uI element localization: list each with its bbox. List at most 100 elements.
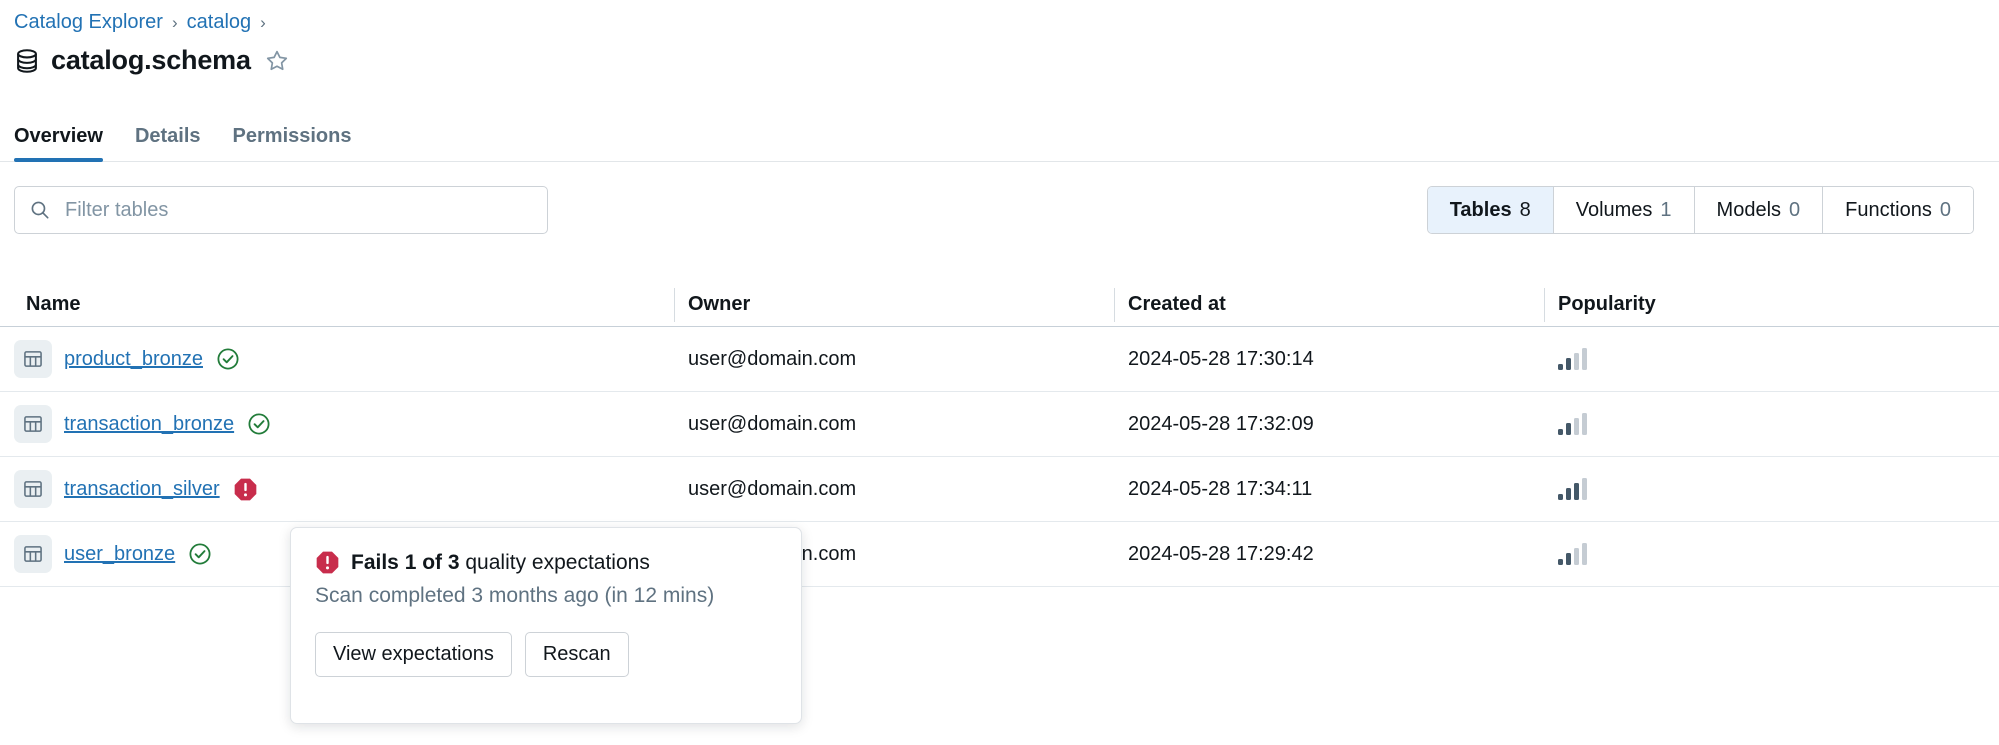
segment-volumes[interactable]: Volumes 1	[1554, 187, 1695, 233]
cell-owner: user@domain.com	[674, 327, 1114, 392]
tab-details[interactable]: Details	[119, 125, 217, 161]
column-header-popularity-label: Popularity	[1558, 293, 1656, 316]
segment-volumes-count: 1	[1660, 199, 1671, 222]
popularity-bar	[1582, 478, 1587, 500]
check-circle-icon[interactable]	[247, 412, 271, 436]
popover-actions: View expectations Rescan	[315, 632, 777, 677]
segment-tables-label: Tables	[1450, 199, 1512, 222]
column-header-popularity[interactable]: Popularity	[1544, 283, 1969, 327]
search-input[interactable]	[63, 198, 533, 223]
breadcrumb-separator-icon: ›	[172, 13, 178, 33]
check-circle-icon[interactable]	[216, 347, 240, 371]
segment-functions[interactable]: Functions 0	[1823, 187, 1973, 233]
rescan-button[interactable]: Rescan	[525, 632, 629, 677]
segment-models-label: Models	[1717, 199, 1781, 222]
table-icon	[14, 405, 52, 443]
page-title: catalog.schema	[51, 45, 251, 76]
cell-created-at: 2024-05-28 17:34:11	[1114, 457, 1544, 522]
segment-models[interactable]: Models 0	[1695, 187, 1824, 233]
table-header-row: Name Owner Created at Popularity	[0, 283, 1999, 327]
column-divider	[674, 288, 675, 322]
table-name-link[interactable]: transaction_silver	[64, 478, 220, 501]
popularity-bar	[1582, 413, 1587, 435]
popularity-bar	[1566, 553, 1571, 565]
database-icon	[14, 48, 40, 74]
popularity-bar	[1582, 543, 1587, 565]
popularity-bar	[1558, 494, 1563, 500]
search-icon	[29, 199, 51, 221]
cell-popularity	[1544, 392, 1969, 457]
popularity-bar	[1574, 483, 1579, 500]
column-header-created-at[interactable]: Created at	[1114, 283, 1544, 327]
cell-created-at: 2024-05-28 17:30:14	[1114, 327, 1544, 392]
segment-volumes-label: Volumes	[1576, 199, 1653, 222]
segment-tables-count: 8	[1520, 199, 1531, 222]
popularity-bar	[1566, 423, 1571, 435]
cell-owner: user@domain.com	[674, 392, 1114, 457]
popularity-bar	[1558, 559, 1563, 565]
breadcrumb-item-catalog[interactable]: catalog	[187, 11, 252, 34]
tab-overview[interactable]: Overview	[14, 125, 119, 161]
popularity-bar	[1574, 548, 1579, 565]
segment-models-count: 0	[1789, 199, 1800, 222]
popularity-bars	[1558, 348, 1587, 370]
data-quality-popover: Fails 1 of 3 quality expectations Scan c…	[290, 527, 802, 724]
cell-name: transaction_bronze	[14, 392, 674, 457]
error-octagon-icon	[315, 550, 340, 575]
column-header-owner[interactable]: Owner	[674, 283, 1114, 327]
breadcrumb-item-catalog-explorer[interactable]: Catalog Explorer	[14, 11, 163, 34]
table-name-link[interactable]: user_bronze	[64, 543, 175, 566]
segment-tables[interactable]: Tables 8	[1428, 187, 1554, 233]
cell-owner: user@domain.com	[674, 457, 1114, 522]
segment-functions-count: 0	[1940, 199, 1951, 222]
table-row[interactable]: product_bronze user@domain.com2024-05-28 …	[0, 327, 1999, 392]
popularity-bar	[1566, 488, 1571, 500]
table-name-link[interactable]: transaction_bronze	[64, 413, 234, 436]
popularity-bar	[1558, 429, 1563, 435]
cell-popularity	[1544, 522, 1969, 587]
filter-tables-search-box[interactable]	[14, 186, 548, 234]
column-header-owner-label: Owner	[688, 293, 750, 316]
popover-title-row: Fails 1 of 3 quality expectations	[315, 550, 777, 575]
error-octagon-icon[interactable]	[233, 477, 258, 502]
cell-name: transaction_silver	[14, 457, 674, 522]
segment-functions-label: Functions	[1845, 199, 1932, 222]
popularity-bar	[1574, 418, 1579, 435]
cell-popularity	[1544, 327, 1969, 392]
column-header-created-at-label: Created at	[1128, 293, 1226, 316]
cell-name: product_bronze	[14, 327, 674, 392]
popularity-bars	[1558, 413, 1587, 435]
object-type-segmented-control: Tables 8 Volumes 1 Models 0 Functions 0	[1427, 186, 1974, 234]
star-outline-icon[interactable]	[265, 49, 289, 73]
column-header-name-label: Name	[26, 293, 80, 316]
popularity-bars	[1558, 543, 1587, 565]
table-icon	[14, 470, 52, 508]
page-title-row: catalog.schema	[14, 45, 289, 76]
cell-popularity	[1544, 457, 1969, 522]
table-name-link[interactable]: product_bronze	[64, 348, 203, 371]
popover-title-rest: quality expectations	[460, 551, 650, 574]
popover-subtitle: Scan completed 3 months ago (in 12 mins)	[315, 584, 777, 608]
table-icon	[14, 535, 52, 573]
column-divider	[1544, 288, 1545, 322]
table-row[interactable]: transaction_bronze user@domain.com2024-05…	[0, 392, 1999, 457]
toolbar: Tables 8 Volumes 1 Models 0 Functions 0	[0, 162, 1999, 247]
popularity-bars	[1558, 478, 1587, 500]
table-row[interactable]: transaction_silver user@domain.com2024-05…	[0, 457, 1999, 522]
view-expectations-button[interactable]: View expectations	[315, 632, 512, 677]
cell-created-at: 2024-05-28 17:32:09	[1114, 392, 1544, 457]
column-divider	[1114, 288, 1115, 322]
cell-created-at: 2024-05-28 17:29:42	[1114, 522, 1544, 587]
popularity-bar	[1558, 364, 1563, 370]
breadcrumb: Catalog Explorer › catalog ›	[14, 11, 266, 34]
table-icon	[14, 340, 52, 378]
catalog-explorer-page: Catalog Explorer › catalog › catalog.sch…	[0, 0, 1999, 745]
popover-title: Fails 1 of 3 quality expectations	[351, 551, 650, 575]
check-circle-icon[interactable]	[188, 542, 212, 566]
tab-bar: Overview Details Permissions	[0, 110, 1999, 162]
popularity-bar	[1574, 353, 1579, 370]
column-header-name[interactable]: Name	[14, 283, 674, 327]
breadcrumb-separator-icon: ›	[260, 13, 266, 33]
popover-title-bold: Fails 1 of 3	[351, 551, 460, 574]
tab-permissions[interactable]: Permissions	[217, 125, 368, 161]
